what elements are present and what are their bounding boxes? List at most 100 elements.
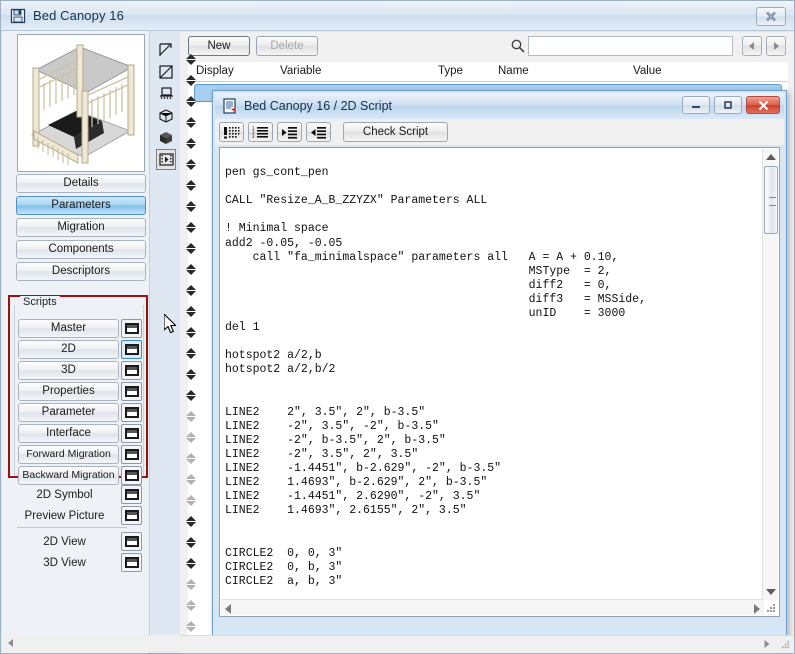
column-header-value[interactable]: Value — [633, 65, 662, 77]
main-close-button[interactable] — [756, 7, 786, 26]
script-button-forward-migration[interactable]: Forward Migration — [18, 445, 119, 464]
script-close-button[interactable] — [746, 96, 780, 114]
row-spinner[interactable] — [183, 616, 199, 637]
row-spinner[interactable] — [183, 553, 199, 574]
nav-button-parameters[interactable]: Parameters — [16, 196, 146, 215]
open-preview-picture-button[interactable] — [121, 506, 142, 525]
script-open-interface-button[interactable] — [121, 424, 142, 443]
search-input[interactable] — [528, 36, 733, 56]
scroll-right-arrow-icon — [754, 604, 760, 614]
open-2d-symbol-button[interactable] — [121, 485, 142, 504]
script-button-backward-migration[interactable]: Backward Migration — [18, 466, 119, 485]
previous-button[interactable] — [742, 36, 762, 56]
script-code-text[interactable]: pen gs_cont_pen CALL "Resize_A_B_ZZYZX" … — [220, 148, 757, 599]
column-header-name[interactable]: Name — [498, 65, 529, 77]
floorplan-icon[interactable] — [156, 83, 176, 104]
row-spinner[interactable] — [183, 469, 199, 490]
script-row-interface: Interface — [18, 424, 142, 443]
nav-button-details[interactable]: Details — [16, 174, 146, 193]
next-button[interactable] — [766, 36, 786, 56]
row-spinner[interactable] — [183, 343, 199, 364]
maximize-icon — [724, 101, 732, 109]
nav-button-components[interactable]: Components — [16, 240, 146, 259]
script-row-3d: 3D — [18, 361, 142, 380]
editor-vertical-scrollbar[interactable] — [762, 149, 778, 600]
script-open-properties-button[interactable] — [121, 382, 142, 401]
label-2d-view: 2D View — [43, 535, 86, 548]
indent-left-icon[interactable] — [306, 122, 331, 142]
script-button-properties[interactable]: Properties — [18, 382, 119, 401]
open-3d-view-button[interactable] — [121, 553, 142, 572]
column-header-variable[interactable]: Variable — [280, 65, 321, 77]
line-numbers-icon[interactable]: 1 2 3 — [248, 122, 273, 142]
render-film-icon[interactable] — [156, 149, 176, 170]
check-script-button[interactable]: Check Script — [343, 122, 448, 142]
script-open-backward-migration-button[interactable] — [121, 466, 142, 485]
row-spinner[interactable] — [183, 280, 199, 301]
row-spinner[interactable] — [183, 322, 199, 343]
row-spinner[interactable] — [183, 133, 199, 154]
script-editor-area: pen gs_cont_pen CALL "Resize_A_B_ZZYZX" … — [219, 147, 780, 617]
script-button-parameter[interactable]: Parameter — [18, 403, 119, 422]
window-icon — [124, 557, 139, 568]
row-spinner[interactable] — [183, 238, 199, 259]
row-spinner[interactable] — [183, 364, 199, 385]
script-row-forward-migration: Forward Migration — [18, 445, 142, 464]
column-header-display[interactable]: Display — [196, 65, 234, 77]
vertical-scroll-thumb[interactable] — [764, 166, 778, 234]
row-spinner[interactable] — [183, 385, 199, 406]
row-spinner[interactable] — [183, 70, 199, 91]
row-spinner[interactable] — [183, 427, 199, 448]
row-spinner[interactable] — [183, 154, 199, 175]
window-icon — [124, 365, 139, 376]
row-spinner[interactable] — [183, 532, 199, 553]
script-maximize-button[interactable] — [714, 96, 742, 114]
script-minimize-button[interactable] — [682, 96, 710, 114]
solid-cube-icon[interactable] — [156, 127, 176, 148]
row-spinner[interactable] — [183, 301, 199, 322]
left-panel-horizontal-scrollbar[interactable] — [2, 635, 180, 652]
fill-square-icon[interactable] — [156, 61, 176, 82]
script-open-2d-button[interactable] — [121, 340, 142, 359]
syntax-highlight-icon[interactable] — [219, 122, 244, 142]
column-header-type[interactable]: Type — [438, 65, 463, 77]
row-spinner[interactable] — [183, 406, 199, 427]
row-spinner[interactable] — [183, 259, 199, 280]
row-spinner[interactable] — [183, 91, 199, 112]
row-spinner[interactable] — [183, 112, 199, 133]
indent-right-icon[interactable] — [277, 122, 302, 142]
row-spinner[interactable] — [183, 49, 199, 70]
open-2d-view-button[interactable] — [121, 532, 142, 551]
row-spinner[interactable] — [183, 511, 199, 532]
wireframe-cube-icon[interactable] — [156, 105, 176, 126]
nav-button-descriptors[interactable]: Descriptors — [16, 262, 146, 281]
label-2d-symbol: 2D Symbol — [36, 488, 93, 501]
script-button-interface[interactable]: Interface — [18, 424, 119, 443]
row-spinner[interactable] — [183, 196, 199, 217]
script-button-2d[interactable]: 2D — [18, 340, 119, 359]
row-2d-symbol: 2D Symbol — [8, 484, 148, 505]
nav-button-migration[interactable]: Migration — [16, 218, 146, 237]
scroll-up-arrow-icon — [766, 154, 776, 160]
row-spinner[interactable] — [183, 217, 199, 238]
row-spinner[interactable] — [183, 574, 199, 595]
row-spinner[interactable] — [183, 490, 199, 511]
script-open-master-button[interactable] — [121, 319, 142, 338]
delete-button[interactable]: Delete — [256, 36, 318, 56]
script-button-master[interactable]: Master — [18, 319, 119, 338]
row-spinner[interactable] — [183, 595, 199, 616]
script-open-parameter-button[interactable] — [121, 403, 142, 422]
window-icon — [124, 323, 139, 334]
editor-horizontal-scrollbar[interactable] — [221, 599, 764, 615]
script-open-3d-button[interactable] — [121, 361, 142, 380]
script-button-3d[interactable]: 3D — [18, 361, 119, 380]
polyline-icon[interactable] — [156, 39, 176, 60]
object-3d-preview[interactable] — [17, 34, 145, 172]
parameters-table-header: Display Variable Type Name Value — [188, 62, 788, 82]
row-spinner[interactable] — [183, 175, 199, 196]
main-horizontal-scrollbar[interactable] — [180, 635, 794, 652]
script-open-forward-migration-button[interactable] — [121, 445, 142, 464]
row-spinner[interactable] — [183, 448, 199, 469]
resize-grip[interactable] — [765, 602, 777, 614]
script-window-titlebar[interactable]: Bed Canopy 16 / 2D Script — [215, 93, 784, 119]
